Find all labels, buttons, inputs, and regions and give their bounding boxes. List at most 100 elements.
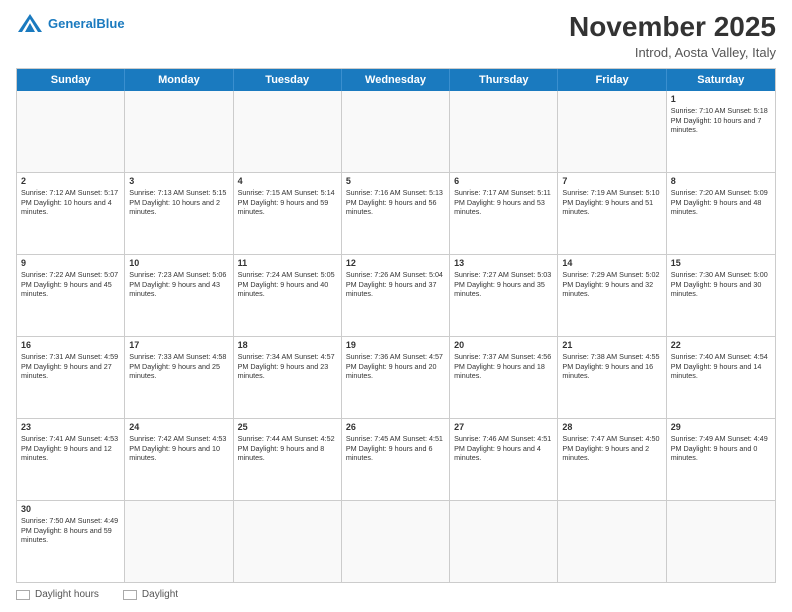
day-number: 5	[346, 176, 445, 186]
day-number: 8	[671, 176, 771, 186]
day-number: 11	[238, 258, 337, 268]
cell-info: Sunrise: 7:50 AM Sunset: 4:49 PM Dayligh…	[21, 516, 120, 545]
month-title: November 2025	[569, 12, 776, 43]
cell-info: Sunrise: 7:30 AM Sunset: 5:00 PM Dayligh…	[671, 270, 771, 299]
legend-box-daylight	[123, 590, 137, 600]
cal-cell-w3-d3: 11 Sunrise: 7:24 AM Sunset: 5:05 PM Dayli…	[234, 255, 342, 336]
cal-cell-w2-d7: 8 Sunrise: 7:20 AM Sunset: 5:09 PM Daylig…	[667, 173, 775, 254]
cell-info: Sunrise: 7:26 AM Sunset: 5:04 PM Dayligh…	[346, 270, 445, 299]
cal-cell-w2-d1: 2Sunrise: 7:12 AM Sunset: 5:17 PM Daylig…	[17, 173, 125, 254]
cal-cell-w4-d7: 22Sunrise: 7:40 AM Sunset: 4:54 PM Dayli…	[667, 337, 775, 418]
cal-cell-w6-d5	[450, 501, 558, 582]
day-number: 23	[21, 422, 120, 432]
cell-info: Sunrise: 7:41 AM Sunset: 4:53 PM Dayligh…	[21, 434, 120, 463]
day-number: 20	[454, 340, 553, 350]
cal-cell-w5-d7: 29Sunrise: 7:49 AM Sunset: 4:49 PM Dayli…	[667, 419, 775, 500]
day-number: 28	[562, 422, 661, 432]
title-block: November 2025 Introd, Aosta Valley, Ital…	[569, 12, 776, 60]
cal-cell-w4-d2: 17Sunrise: 7:33 AM Sunset: 4:58 PM Dayli…	[125, 337, 233, 418]
cal-cell-w1-d4	[342, 91, 450, 172]
cal-cell-w4-d3: 18 Sunrise: 7:34 AM Sunset: 4:57 PM Dayli…	[234, 337, 342, 418]
logo-text: GeneralBlue	[48, 17, 125, 31]
day-number: 22	[671, 340, 771, 350]
day-number: 18	[238, 340, 337, 350]
cal-cell-w3-d1: 9Sunrise: 7:22 AM Sunset: 5:07 PM Daylig…	[17, 255, 125, 336]
cell-info: Sunrise: 7:15 AM Sunset: 5:14 PM Dayligh…	[238, 188, 337, 217]
cell-info: Sunrise: 7:20 AM Sunset: 5:09 PM Dayligh…	[671, 188, 771, 217]
cell-info: Sunrise: 7:27 AM Sunset: 5:03 PM Dayligh…	[454, 270, 553, 299]
header: GeneralBlue November 2025 Introd, Aosta …	[16, 12, 776, 60]
day-number: 2	[21, 176, 120, 186]
page: GeneralBlue November 2025 Introd, Aosta …	[0, 0, 792, 612]
week-row-3: 9Sunrise: 7:22 AM Sunset: 5:07 PM Daylig…	[17, 255, 775, 337]
cal-cell-w4-d4: 19 Sunrise: 7:36 AM Sunset: 4:57 PM Dayli…	[342, 337, 450, 418]
cal-cell-w1-d2	[125, 91, 233, 172]
cell-info: Sunrise: 7:23 AM Sunset: 5:06 PM Dayligh…	[129, 270, 228, 299]
cell-info: Sunrise: 7:29 AM Sunset: 5:02 PM Dayligh…	[562, 270, 661, 299]
cal-cell-w6-d3	[234, 501, 342, 582]
day-number: 17	[129, 340, 228, 350]
day-number: 21	[562, 340, 661, 350]
day-number: 6	[454, 176, 553, 186]
cal-cell-w2-d5: 6Sunrise: 7:17 AM Sunset: 5:11 PM Daylig…	[450, 173, 558, 254]
cal-cell-w1-d5	[450, 91, 558, 172]
cal-cell-w3-d7: 15Sunrise: 7:30 AM Sunset: 5:00 PM Dayli…	[667, 255, 775, 336]
cell-info: Sunrise: 7:49 AM Sunset: 4:49 PM Dayligh…	[671, 434, 771, 463]
cell-info: Sunrise: 7:46 AM Sunset: 4:51 PM Dayligh…	[454, 434, 553, 463]
cal-cell-w4-d5: 20 Sunrise: 7:37 AM Sunset: 4:56 PM Dayli…	[450, 337, 558, 418]
cal-cell-w2-d4: 5 Sunrise: 7:16 AM Sunset: 5:13 PM Daylig…	[342, 173, 450, 254]
legend-item-daylight: Daylight	[123, 589, 178, 600]
logo-general: General	[48, 16, 96, 31]
cal-cell-w3-d5: 13 Sunrise: 7:27 AM Sunset: 5:03 PM Dayli…	[450, 255, 558, 336]
day-number: 26	[346, 422, 445, 432]
cal-cell-w2-d2: 3Sunrise: 7:13 AM Sunset: 5:15 PM Daylig…	[125, 173, 233, 254]
cal-cell-w5-d1: 23 Sunrise: 7:41 AM Sunset: 4:53 PM Dayli…	[17, 419, 125, 500]
cal-cell-w5-d4: 26Sunrise: 7:45 AM Sunset: 4:51 PM Dayli…	[342, 419, 450, 500]
cell-info: Sunrise: 7:16 AM Sunset: 5:13 PM Dayligh…	[346, 188, 445, 217]
legend-box-daylight-hours	[16, 590, 30, 600]
cell-info: Sunrise: 7:47 AM Sunset: 4:50 PM Dayligh…	[562, 434, 661, 463]
cal-cell-w2-d3: 4Sunrise: 7:15 AM Sunset: 5:14 PM Daylig…	[234, 173, 342, 254]
cal-cell-w6-d1: 30 Sunrise: 7:50 AM Sunset: 4:49 PM Dayli…	[17, 501, 125, 582]
cal-cell-w6-d2	[125, 501, 233, 582]
day-number: 24	[129, 422, 228, 432]
day-number: 13	[454, 258, 553, 268]
cal-cell-w5-d2: 24Sunrise: 7:42 AM Sunset: 4:53 PM Dayli…	[125, 419, 233, 500]
cell-info: Sunrise: 7:37 AM Sunset: 4:56 PM Dayligh…	[454, 352, 553, 381]
day-number: 30	[21, 504, 120, 514]
cell-info: Sunrise: 7:38 AM Sunset: 4:55 PM Dayligh…	[562, 352, 661, 381]
location: Introd, Aosta Valley, Italy	[569, 45, 776, 60]
day-number: 25	[238, 422, 337, 432]
cal-cell-w4-d6: 21 Sunrise: 7:38 AM Sunset: 4:55 PM Dayli…	[558, 337, 666, 418]
cal-cell-w5-d5: 27 Sunrise: 7:46 AM Sunset: 4:51 PM Dayli…	[450, 419, 558, 500]
cal-cell-w3-d4: 12Sunrise: 7:26 AM Sunset: 5:04 PM Dayli…	[342, 255, 450, 336]
cell-info: Sunrise: 7:22 AM Sunset: 5:07 PM Dayligh…	[21, 270, 120, 299]
logo-icon	[16, 12, 44, 36]
header-day-thursday: Thursday	[450, 69, 558, 91]
week-row-6: 30 Sunrise: 7:50 AM Sunset: 4:49 PM Dayli…	[17, 501, 775, 582]
cal-cell-w5-d6: 28 Sunrise: 7:47 AM Sunset: 4:50 PM Dayli…	[558, 419, 666, 500]
header-day-saturday: Saturday	[667, 69, 775, 91]
legend: Daylight hours Daylight	[16, 589, 776, 600]
week-row-1: 1 Sunrise: 7:10 AM Sunset: 5:18 PM Daylig…	[17, 91, 775, 173]
cal-cell-w3-d6: 14 Sunrise: 7:29 AM Sunset: 5:02 PM Dayli…	[558, 255, 666, 336]
day-number: 14	[562, 258, 661, 268]
calendar-body: 1 Sunrise: 7:10 AM Sunset: 5:18 PM Daylig…	[17, 91, 775, 582]
header-day-sunday: Sunday	[17, 69, 125, 91]
cell-info: Sunrise: 7:34 AM Sunset: 4:57 PM Dayligh…	[238, 352, 337, 381]
cell-info: Sunrise: 7:31 AM Sunset: 4:59 PM Dayligh…	[21, 352, 120, 381]
cell-info: Sunrise: 7:19 AM Sunset: 5:10 PM Dayligh…	[562, 188, 661, 217]
day-number: 19	[346, 340, 445, 350]
cell-info: Sunrise: 7:10 AM Sunset: 5:18 PM Dayligh…	[671, 106, 771, 135]
cal-cell-w6-d4	[342, 501, 450, 582]
week-row-2: 2Sunrise: 7:12 AM Sunset: 5:17 PM Daylig…	[17, 173, 775, 255]
day-number: 16	[21, 340, 120, 350]
cell-info: Sunrise: 7:13 AM Sunset: 5:15 PM Dayligh…	[129, 188, 228, 217]
day-number: 27	[454, 422, 553, 432]
day-number: 1	[671, 94, 771, 104]
cell-info: Sunrise: 7:24 AM Sunset: 5:05 PM Dayligh…	[238, 270, 337, 299]
cell-info: Sunrise: 7:36 AM Sunset: 4:57 PM Dayligh…	[346, 352, 445, 381]
calendar-header: SundayMondayTuesdayWednesdayThursdayFrid…	[17, 69, 775, 91]
day-number: 10	[129, 258, 228, 268]
calendar: SundayMondayTuesdayWednesdayThursdayFrid…	[16, 68, 776, 583]
